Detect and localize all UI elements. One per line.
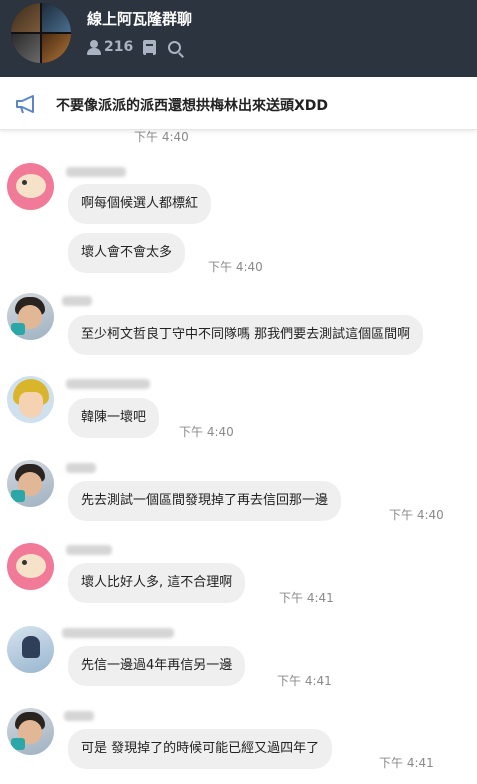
avatar[interactable] [7, 293, 54, 340]
group-meta: 216 [87, 38, 182, 56]
avatar[interactable] [7, 460, 54, 507]
member-count[interactable]: 216 [104, 39, 133, 55]
message-bubble[interactable]: 壞人會不會太多 [68, 233, 186, 273]
avatar[interactable] [7, 376, 54, 423]
megaphone-icon [16, 95, 34, 114]
message-time: 下午 4:40 [208, 260, 263, 274]
message-bubble[interactable]: 啊每個候選人都標紅 [68, 184, 212, 224]
message-time: 下午 4:40 [389, 508, 444, 522]
sender-name-redacted [62, 628, 174, 638]
message-time: 下午 4:40 [134, 130, 189, 144]
group-avatar[interactable] [11, 3, 71, 63]
message-bubble[interactable]: 可是 發現掉了的時候可能已經又過四年了 [68, 729, 333, 769]
sender-name-redacted [66, 167, 126, 177]
sender-name-redacted [64, 711, 94, 721]
chat-header: 線上阿瓦隆群聊 216 [0, 0, 477, 77]
message-list[interactable]: 下午 4:40 啊每個候選人都標紅 壞人會不會太多 下午 4:40 至少柯文哲良… [0, 130, 477, 784]
sender-name-redacted [66, 463, 96, 473]
sender-name-redacted [66, 545, 112, 555]
message-bubble[interactable]: 先去測試一個區間發現掉了再去信回那一邊 [68, 481, 342, 521]
message-time: 下午 4:41 [277, 674, 332, 688]
sender-name-redacted [66, 379, 150, 389]
message-time: 下午 4:41 [379, 756, 434, 770]
message-bubble[interactable]: 壞人比好人多, 這不合理啊 [68, 563, 246, 603]
avatar[interactable] [7, 708, 54, 755]
message-bubble[interactable]: 至少柯文哲良丁守中不同隊嗎 那我們要去測試這個區間啊 [68, 315, 424, 355]
message-time: 下午 4:41 [279, 591, 334, 605]
message-bubble[interactable]: 先信一邊過4年再信另一邊 [68, 646, 246, 686]
sender-name-redacted [62, 296, 92, 306]
avatar[interactable] [7, 543, 54, 590]
announcement-text: 不要像派派的派西還想拱梅林出來送頭XDD [56, 98, 329, 114]
search-icon[interactable] [168, 40, 182, 54]
message-bubble[interactable]: 韓陳一壞吧 [68, 398, 160, 438]
members-icon[interactable] [87, 39, 101, 55]
avatar[interactable] [7, 163, 54, 210]
message-time: 下午 4:40 [179, 425, 234, 439]
announcement-bar[interactable]: 不要像派派的派西還想拱梅林出來送頭XDD [0, 77, 477, 130]
notes-icon[interactable] [143, 39, 157, 55]
avatar[interactable] [7, 626, 54, 673]
group-title: 線上阿瓦隆群聊 [87, 10, 193, 28]
